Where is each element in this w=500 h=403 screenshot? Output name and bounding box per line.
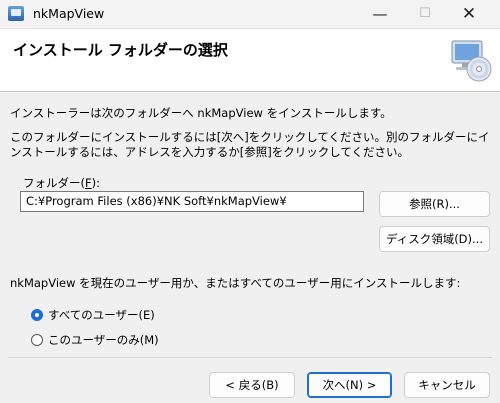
app-icon [8, 6, 24, 21]
title-bar: nkMapView — ☐ ✕ [0, 0, 500, 29]
browse-button[interactable]: 参照(R)... [379, 191, 490, 217]
dialog-header: インストール フォルダーの選択 [0, 29, 500, 92]
computer-cd-icon [451, 40, 492, 82]
radio-all-users-label[interactable]: すべてのユーザー(E) [48, 307, 155, 323]
folder-label-suffix: ): [91, 176, 100, 190]
page-title: インストール フォルダーの選択 [13, 41, 228, 59]
radio-checked-icon[interactable] [31, 309, 43, 321]
radio-this-user-only[interactable]: このユーザーのみ(M) [31, 332, 159, 348]
radio-this-user-label[interactable]: このユーザーのみ(M) [48, 332, 159, 348]
radio-all-users[interactable]: すべてのユーザー(E) [31, 307, 155, 323]
install-for-question: nkMapView を現在のユーザー用か、またはすべてのユーザー用にインストール… [10, 276, 461, 290]
folder-label: フォルダー(F): [23, 175, 100, 191]
back-button[interactable]: < 戻る(B) [209, 372, 295, 398]
next-button[interactable]: 次へ(N) > [307, 372, 392, 398]
intro-text: インストーラーは次のフォルダーへ nkMapView をインストールします。 [10, 106, 392, 120]
maximize-button: ☐ [419, 6, 431, 21]
radio-unchecked-icon[interactable] [31, 334, 43, 346]
disk-space-button[interactable]: ディスク領域(D)... [379, 226, 490, 252]
folder-label-prefix: フォルダー( [23, 176, 85, 190]
instruction-text: このフォルダーにインストールするには[次へ]をクリックしてください。別のフォルダ… [10, 130, 490, 159]
window-title: nkMapView [33, 6, 105, 21]
folder-label-accesskey: F [85, 176, 92, 190]
close-button[interactable]: ✕ [446, 0, 492, 28]
divider [8, 357, 492, 358]
folder-path-input[interactable]: C:¥Program Files (x86)¥NK Soft¥nkMapView… [20, 191, 364, 212]
cancel-button[interactable]: キャンセル [404, 372, 490, 398]
minimize-button[interactable]: — [357, 0, 403, 28]
